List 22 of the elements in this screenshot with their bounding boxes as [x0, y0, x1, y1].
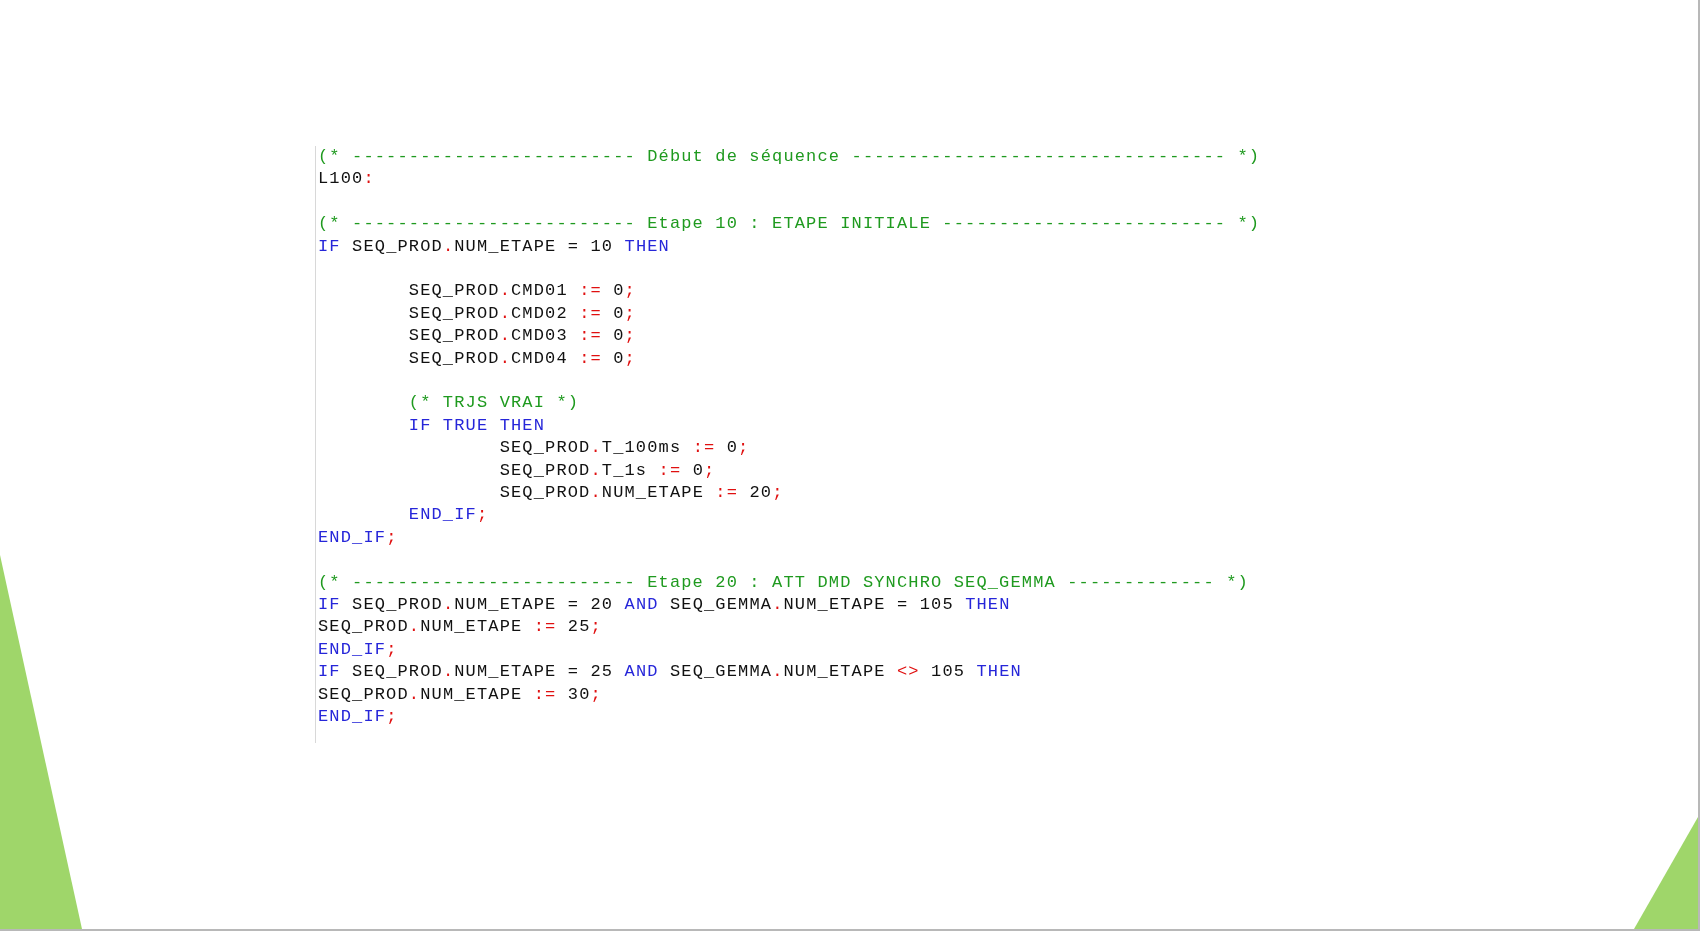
code-line: IF SEQ_PROD.NUM_ETAPE = 10 THEN [318, 235, 670, 258]
code-line: SEQ_PROD.NUM_ETAPE := 20; [498, 482, 784, 505]
code-line: SEQ_PROD.NUM_ETAPE := 25; [318, 616, 602, 639]
code-line: IF TRUE THEN [407, 414, 546, 437]
code-line: SEQ_PROD.T_100ms := 0; [498, 437, 750, 460]
code-line: SEQ_PROD.CMD03 := 0; [407, 325, 636, 348]
code-line: END_IF; [318, 638, 398, 661]
code-line: (* TRJS VRAI *) [407, 392, 580, 415]
code-line: END_IF; [407, 504, 489, 527]
code-line: SEQ_PROD.CMD02 := 0; [407, 302, 636, 325]
code-line: IF SEQ_PROD.NUM_ETAPE = 20 AND SEQ_GEMMA.NUM_ETAPE = 105 THEN [318, 594, 1011, 617]
code-line: SEQ_PROD.NUM_ETAPE := 30; [318, 683, 602, 706]
code-line: IF SEQ_PROD.NUM_ETAPE = 25 AND SEQ_GEMMA.NUM_ETAPE <> 105 THEN [318, 661, 1022, 684]
code-line: SEQ_PROD.CMD04 := 0; [407, 347, 636, 370]
code-line: SEQ_PROD.CMD01 := 0; [407, 280, 636, 303]
code-line: (* ------------------------- Etape 20 : ATT DMD SYNCHRO SEQ_GEMMA ------------- *) [318, 571, 1249, 594]
code-line: END_IF; [318, 526, 398, 549]
code-line: (* ------------------------- Début de séquence --------------------------------- *) [318, 146, 1261, 168]
code-line: (* ------------------------- Etape 10 : ETAPE INITIALE ------------------------- *) [318, 213, 1261, 236]
code-line: END_IF; [318, 706, 398, 729]
code-line: L100: [318, 168, 375, 191]
code-line: SEQ_PROD.T_1s := 0; [498, 459, 716, 482]
